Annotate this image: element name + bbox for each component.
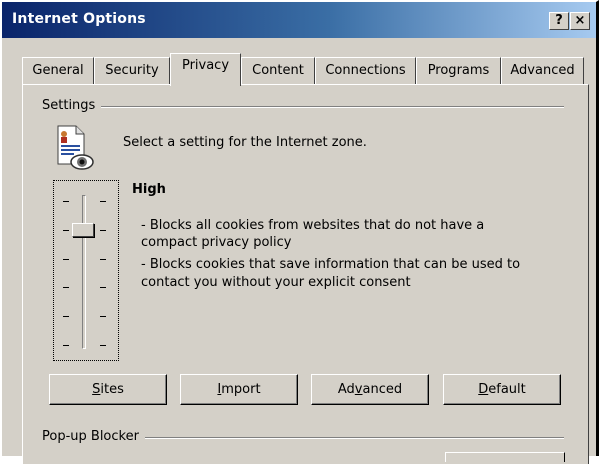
default-label-accel: D	[478, 382, 489, 397]
level-desc-line-1: - Blocks all cookies from websites that …	[141, 218, 485, 233]
internet-options-window: Internet Options ? × General Security Pr…	[0, 0, 599, 464]
tab-privacy-label: Privacy	[181, 58, 230, 73]
sites-button[interactable]: Sites	[49, 374, 167, 405]
level-desc-line-3: - Blocks cookies that save information t…	[141, 257, 521, 272]
slider-tick	[63, 201, 69, 202]
tab-security[interactable]: Security	[94, 57, 170, 85]
window-title: Internet Options	[12, 11, 146, 27]
slider-tick	[63, 230, 69, 231]
sites-label-post: ites	[100, 382, 124, 397]
help-button[interactable]: ?	[549, 12, 569, 30]
tab-advanced-label: Advanced	[510, 63, 575, 78]
advanced-label-accel: v	[354, 382, 363, 397]
import-label-post: mport	[221, 382, 261, 397]
slider-tick	[63, 259, 69, 260]
advanced-label-post: anced	[362, 382, 403, 397]
help-icon: ?	[555, 13, 563, 28]
default-label-post: efault	[488, 382, 526, 397]
popup-settings-button-partial[interactable]	[445, 452, 565, 462]
slider-tick	[100, 230, 106, 231]
slider-tick	[100, 345, 106, 346]
tab-connections-label: Connections	[325, 63, 406, 78]
default-button[interactable]: Default	[443, 374, 561, 405]
tab-programs-label: Programs	[427, 63, 490, 78]
tab-general[interactable]: General	[22, 57, 94, 85]
tab-content-label: Content	[252, 63, 304, 78]
tab-general-label: General	[32, 63, 84, 78]
slider-thumb[interactable]	[72, 223, 94, 237]
privacy-level-title: High	[132, 182, 166, 197]
privacy-document-eye-icon	[52, 124, 96, 172]
advanced-label-pre: Ad	[337, 382, 355, 397]
slider-tick	[100, 201, 106, 202]
slider-track	[82, 195, 86, 349]
slider-tick	[63, 345, 69, 346]
level-desc-line-2: compact privacy policy	[141, 235, 292, 250]
title-bar[interactable]: Internet Options ? ×	[2, 2, 596, 38]
level-desc-line-4: contact you without your explicit consen…	[141, 275, 411, 290]
tab-content[interactable]: Content	[241, 57, 315, 85]
advanced-button[interactable]: Advanced	[311, 374, 429, 405]
slider-tick	[100, 287, 106, 288]
tab-privacy[interactable]: Privacy	[170, 53, 241, 86]
settings-group-line	[42, 106, 564, 108]
tab-connections[interactable]: Connections	[315, 57, 416, 85]
import-button[interactable]: Import	[180, 374, 298, 405]
close-button[interactable]: ×	[570, 12, 590, 30]
zone-instruction: Select a setting for the Internet zone.	[123, 135, 367, 150]
close-icon: ×	[574, 13, 586, 28]
slider-tick	[100, 316, 106, 317]
tab-security-label: Security	[105, 63, 159, 78]
privacy-level-slider[interactable]	[53, 180, 119, 361]
tab-advanced[interactable]: Advanced	[501, 57, 584, 85]
slider-tick	[63, 287, 69, 288]
slider-tick	[100, 259, 106, 260]
popup-group-label: Pop-up Blocker	[42, 429, 145, 444]
slider-tick	[63, 316, 69, 317]
settings-group-label: Settings	[42, 98, 102, 113]
tab-programs[interactable]: Programs	[416, 57, 501, 85]
